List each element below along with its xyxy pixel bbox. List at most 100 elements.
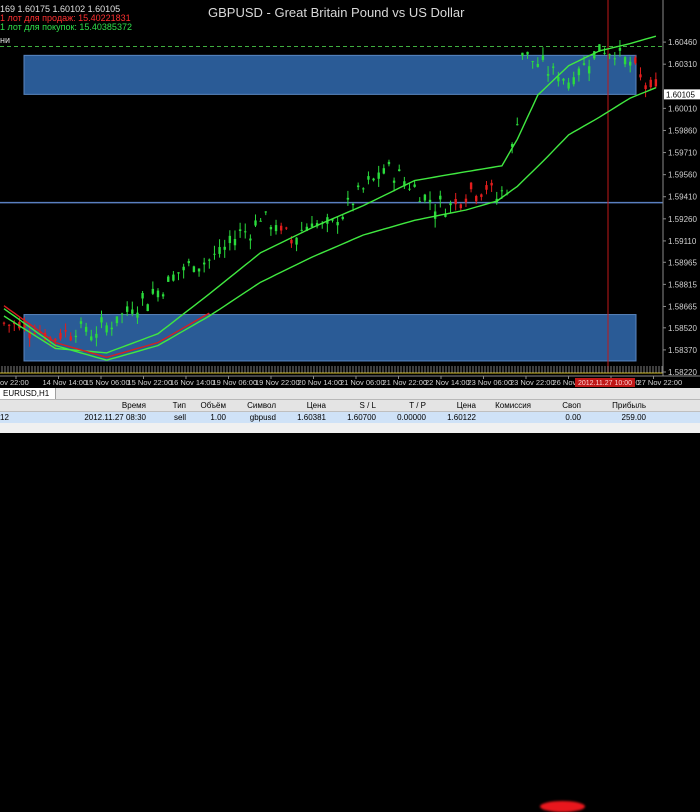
table-cell: 0.00: [565, 413, 581, 422]
candle-body: [608, 54, 611, 56]
candle-body: [69, 336, 72, 341]
candle-body: [546, 74, 550, 76]
column-header[interactable]: S / L: [330, 400, 380, 411]
candle-body: [341, 216, 344, 220]
terminal-panel: EURUSD,H1 Время Тип Объём Символ Цена S / LT …: [0, 388, 700, 812]
candle-body: [74, 335, 78, 338]
price-label: 1.60460: [668, 38, 697, 47]
price-label: 1.60310: [668, 60, 697, 69]
candle-body: [423, 194, 427, 201]
candle-body: [177, 272, 180, 274]
candle-body: [156, 290, 160, 298]
candle-body: [120, 313, 124, 315]
column-header[interactable]: Своп: [535, 400, 585, 411]
price-label: 1.58965: [668, 258, 697, 267]
table-cell: sell: [173, 413, 186, 422]
candle-body: [151, 288, 155, 294]
trade-table-row[interactable]: 12 2012.11.27 08:30 sell 1.00 gbpusd 1.60381 1…: [0, 412, 700, 423]
candle-body: [218, 247, 221, 254]
candle-body: [356, 185, 360, 188]
time-label: 27 Nov 22:00: [638, 378, 683, 387]
candle-body: [254, 220, 257, 226]
candle-body: [182, 266, 185, 271]
table-cell: 259.00: [621, 413, 646, 422]
candle-body: [485, 185, 488, 190]
candle-body: [59, 332, 62, 339]
candle-body: [79, 321, 83, 324]
time-label: 15 Nov 22:00: [128, 378, 173, 387]
candle-body: [649, 79, 652, 88]
time-label: 20 Nov 14:00: [298, 378, 343, 387]
candle-body: [577, 68, 581, 76]
column-header[interactable]: Символ: [230, 400, 280, 411]
candle-body: [54, 338, 57, 341]
price-label: 1.59560: [668, 171, 697, 180]
redacted-mark: [540, 801, 585, 812]
candle-body: [439, 195, 442, 200]
column-header[interactable]: Прибыль: [585, 400, 650, 411]
chart-area[interactable]: 1.60460 1.60310 1.60105 1.60010 1.59860 1.597…: [0, 0, 700, 388]
candle-body: [454, 198, 457, 205]
candle-body: [125, 306, 129, 312]
candle-body: [480, 194, 483, 197]
candle-body: [131, 309, 134, 314]
tab-eurusd-h1[interactable]: EURUSD,H1: [0, 388, 57, 399]
candle-body: [603, 52, 606, 54]
candle-body: [192, 266, 196, 272]
current-price-label: 1.60105: [666, 90, 695, 99]
candle-body: [475, 196, 478, 202]
candle-body: [110, 327, 113, 330]
time-label: 19 Nov 22:00: [255, 378, 300, 387]
candle-body: [654, 79, 658, 87]
column-header[interactable]: Цена: [430, 400, 480, 411]
candle-body: [208, 259, 211, 261]
column-header[interactable]: T / P: [380, 400, 430, 411]
candle-body: [233, 239, 237, 246]
candle-body: [536, 63, 540, 67]
price-label: 1.59410: [668, 193, 697, 202]
price-chart[interactable]: 1.60460 1.60310 1.60105 1.60010 1.59860 1.597…: [0, 0, 700, 388]
price-label: 1.60010: [668, 104, 697, 113]
price-label: 1.58815: [668, 280, 697, 289]
column-header[interactable]: Комиссия: [480, 400, 535, 411]
candle-body: [2, 322, 6, 324]
table-cell: 0.00000: [397, 413, 426, 422]
buy-lot-label: 1 лот для покупок: 15.40385372: [0, 22, 132, 32]
candle-body: [562, 78, 565, 81]
candle-body: [141, 293, 144, 299]
candle-body: [531, 61, 534, 63]
column-header[interactable]: [0, 400, 50, 411]
time-label: 16 Nov 14:00: [170, 378, 215, 387]
candle-body: [336, 221, 339, 226]
trade-table-header: Время Тип Объём Символ Цена S / LT / P Цена Ком…: [0, 400, 700, 412]
time-label: 22 Nov 14:00: [425, 378, 470, 387]
candle-body: [418, 201, 421, 203]
indicator-label: ни: [0, 35, 10, 45]
candle-body: [100, 317, 103, 323]
price-label: 1.58520: [668, 324, 697, 333]
candle-body: [552, 66, 555, 68]
price-label: 1.58220: [668, 368, 697, 377]
candle-body: [413, 184, 416, 187]
candle-body: [197, 268, 201, 272]
candle-body: [516, 124, 519, 126]
candle-body: [167, 276, 170, 282]
price-label: 1.59710: [668, 149, 697, 158]
candle-body: [290, 239, 293, 244]
candle-body: [629, 61, 632, 66]
candle-body: [428, 199, 432, 203]
table-cell: 1.60700: [347, 413, 376, 422]
table-cell: 2012.11.27 08:30: [84, 413, 146, 422]
table-cell: 12: [0, 413, 9, 422]
candle-body: [613, 58, 617, 60]
column-header[interactable]: Время: [50, 400, 150, 411]
column-header[interactable]: Объём: [190, 400, 230, 411]
candle-body: [398, 169, 401, 172]
candle-body: [459, 204, 463, 209]
column-header[interactable]: Тип: [150, 400, 190, 411]
column-header[interactable]: Цена: [280, 400, 330, 411]
candle-body: [295, 237, 298, 245]
candle-body: [521, 52, 524, 56]
candle-body: [90, 336, 93, 341]
candle-body: [433, 211, 437, 219]
